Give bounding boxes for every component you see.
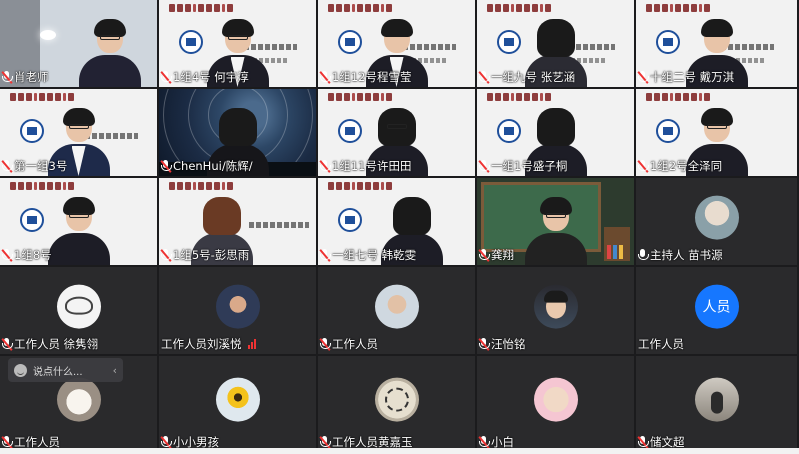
- school-logo: [20, 208, 44, 232]
- participant-name: 第一组3号: [0, 158, 70, 174]
- participant-name: 一组七号 韩乾雯: [318, 247, 419, 263]
- participant-name: ChenHui/陈辉/: [159, 158, 256, 174]
- avatar: 人员: [694, 284, 739, 329]
- participant-name: 1组4号 何宇淳: [159, 69, 252, 85]
- participant-tile[interactable]: 一组1号盛子桐: [477, 89, 634, 176]
- participant-tile[interactable]: 一组九号 张艺涵: [477, 0, 634, 87]
- participant-name: 龚翔: [477, 247, 517, 263]
- school-logo: [656, 30, 680, 54]
- participant-name: 工作人员 徐隽翎: [0, 336, 101, 352]
- avatar: [533, 377, 578, 422]
- participant-tile[interactable]: 一组七号 韩乾雯: [318, 178, 475, 265]
- participant-name: 一组九号 张艺涵: [477, 69, 578, 85]
- mic-muted-icon: [319, 70, 331, 84]
- avatar: [215, 377, 260, 422]
- participant-tile[interactable]: 肖老师: [0, 0, 157, 87]
- participant-tile[interactable]: 工作人员 徐隽翎: [0, 267, 157, 354]
- chat-placeholder: 说点什么...: [33, 366, 83, 378]
- school-logo: [497, 30, 521, 54]
- avatar: [56, 284, 101, 329]
- mic-muted-icon: [478, 248, 490, 262]
- avatar: [694, 195, 739, 240]
- chevron-left-icon[interactable]: ‹: [113, 364, 117, 377]
- participant-tile[interactable]: 龚翔: [477, 178, 634, 265]
- school-logo: [497, 119, 521, 143]
- participant-tile[interactable]: 1组2号全泽同: [636, 89, 797, 176]
- mic-muted-icon: [319, 248, 331, 262]
- participant-name: 1组8号: [0, 247, 55, 263]
- participant-tile[interactable]: 十组二号 戴万淇: [636, 0, 797, 87]
- participant-tile[interactable]: 1组4号 何宇淳: [159, 0, 316, 87]
- participant-tile[interactable]: 1组8号: [0, 178, 157, 265]
- avatar: [694, 377, 739, 422]
- participant-name: 1组2号全泽同: [636, 158, 725, 174]
- avatar: [215, 284, 260, 329]
- mic-muted-icon: [478, 435, 490, 449]
- school-logo: [338, 30, 362, 54]
- chat-input[interactable]: 说点什么... ‹: [8, 358, 123, 382]
- mic-muted-icon: [160, 435, 172, 449]
- mic-muted-icon: [160, 70, 172, 84]
- participant-tile[interactable]: 工作人员: [318, 267, 475, 354]
- participant-name: 工作人员刘溪悦: [159, 336, 259, 352]
- mic-muted-icon: [478, 159, 490, 173]
- mic-muted-icon: [1, 337, 13, 351]
- participant-tile[interactable]: 储文超: [636, 356, 797, 452]
- participant-tile[interactable]: 1组12号程雪莹: [318, 0, 475, 87]
- mic-muted-icon: [1, 248, 13, 262]
- mic-muted-icon: [478, 70, 490, 84]
- school-logo: [656, 119, 680, 143]
- mic-muted-icon: [1, 70, 13, 84]
- participant-tile[interactable]: ChenHui/陈辉/: [159, 89, 316, 176]
- participant-name: 主持人 苗书源: [636, 247, 726, 263]
- video-grid: 肖老师 1组4号 何宇淳 1组12号程雪莹 一组九号 张艺涵 十组二号 戴万淇 …: [0, 0, 799, 454]
- participant-tile[interactable]: 小小男孩: [159, 356, 316, 452]
- avatar: [56, 377, 101, 422]
- mic-icon: [638, 248, 649, 262]
- signal-icon: [247, 339, 256, 349]
- mic-muted-icon: [319, 435, 331, 449]
- participant-name: 1组12号程雪莹: [318, 69, 414, 85]
- mic-muted-icon: [478, 337, 490, 351]
- mic-muted-icon: [637, 435, 649, 449]
- participant-tile[interactable]: 汪怡铭: [477, 267, 634, 354]
- mic-muted-icon: [637, 70, 649, 84]
- school-logo: [179, 30, 203, 54]
- participant-name: 一组1号盛子桐: [477, 158, 570, 174]
- participant-tile[interactable]: 1组5号-彭思雨: [159, 178, 316, 265]
- mic-muted-icon: [1, 159, 13, 173]
- school-logo: [20, 119, 44, 143]
- participant-tile[interactable]: 工作人员刘溪悦: [159, 267, 316, 354]
- participant-tile[interactable]: 工作人员黄嘉玉: [318, 356, 475, 452]
- participant-tile[interactable]: 1组11号许田田: [318, 89, 475, 176]
- avatar: [374, 284, 419, 329]
- avatar: [533, 284, 578, 329]
- participant-name: 1组5号-彭思雨: [159, 247, 252, 263]
- participant-name: 汪怡铭: [477, 336, 529, 352]
- mic-muted-icon: [319, 337, 331, 351]
- participant-name: 十组二号 戴万淇: [636, 69, 737, 85]
- participant-tile[interactable]: 第一组3号: [0, 89, 157, 176]
- avatar: [374, 377, 419, 422]
- school-logo: [338, 119, 362, 143]
- participant-name: 工作人员: [638, 337, 684, 351]
- participant-tile[interactable]: 人员 工作人员: [636, 267, 797, 354]
- mic-muted-icon: [1, 435, 13, 449]
- participant-name: 肖老师: [0, 69, 52, 85]
- school-logo: [338, 208, 362, 232]
- mic-muted-icon: [160, 248, 172, 262]
- mic-muted-icon: [160, 159, 172, 173]
- participant-name: 1组11号许田田: [318, 158, 414, 174]
- emoji-icon[interactable]: [14, 363, 27, 377]
- mic-muted-icon: [319, 159, 331, 173]
- mic-muted-icon: [637, 159, 649, 173]
- participant-tile[interactable]: 小白: [477, 356, 634, 452]
- participant-name: 工作人员: [318, 336, 381, 352]
- participant-tile[interactable]: 主持人 苗书源: [636, 178, 797, 265]
- bottom-toolbar: [0, 448, 799, 454]
